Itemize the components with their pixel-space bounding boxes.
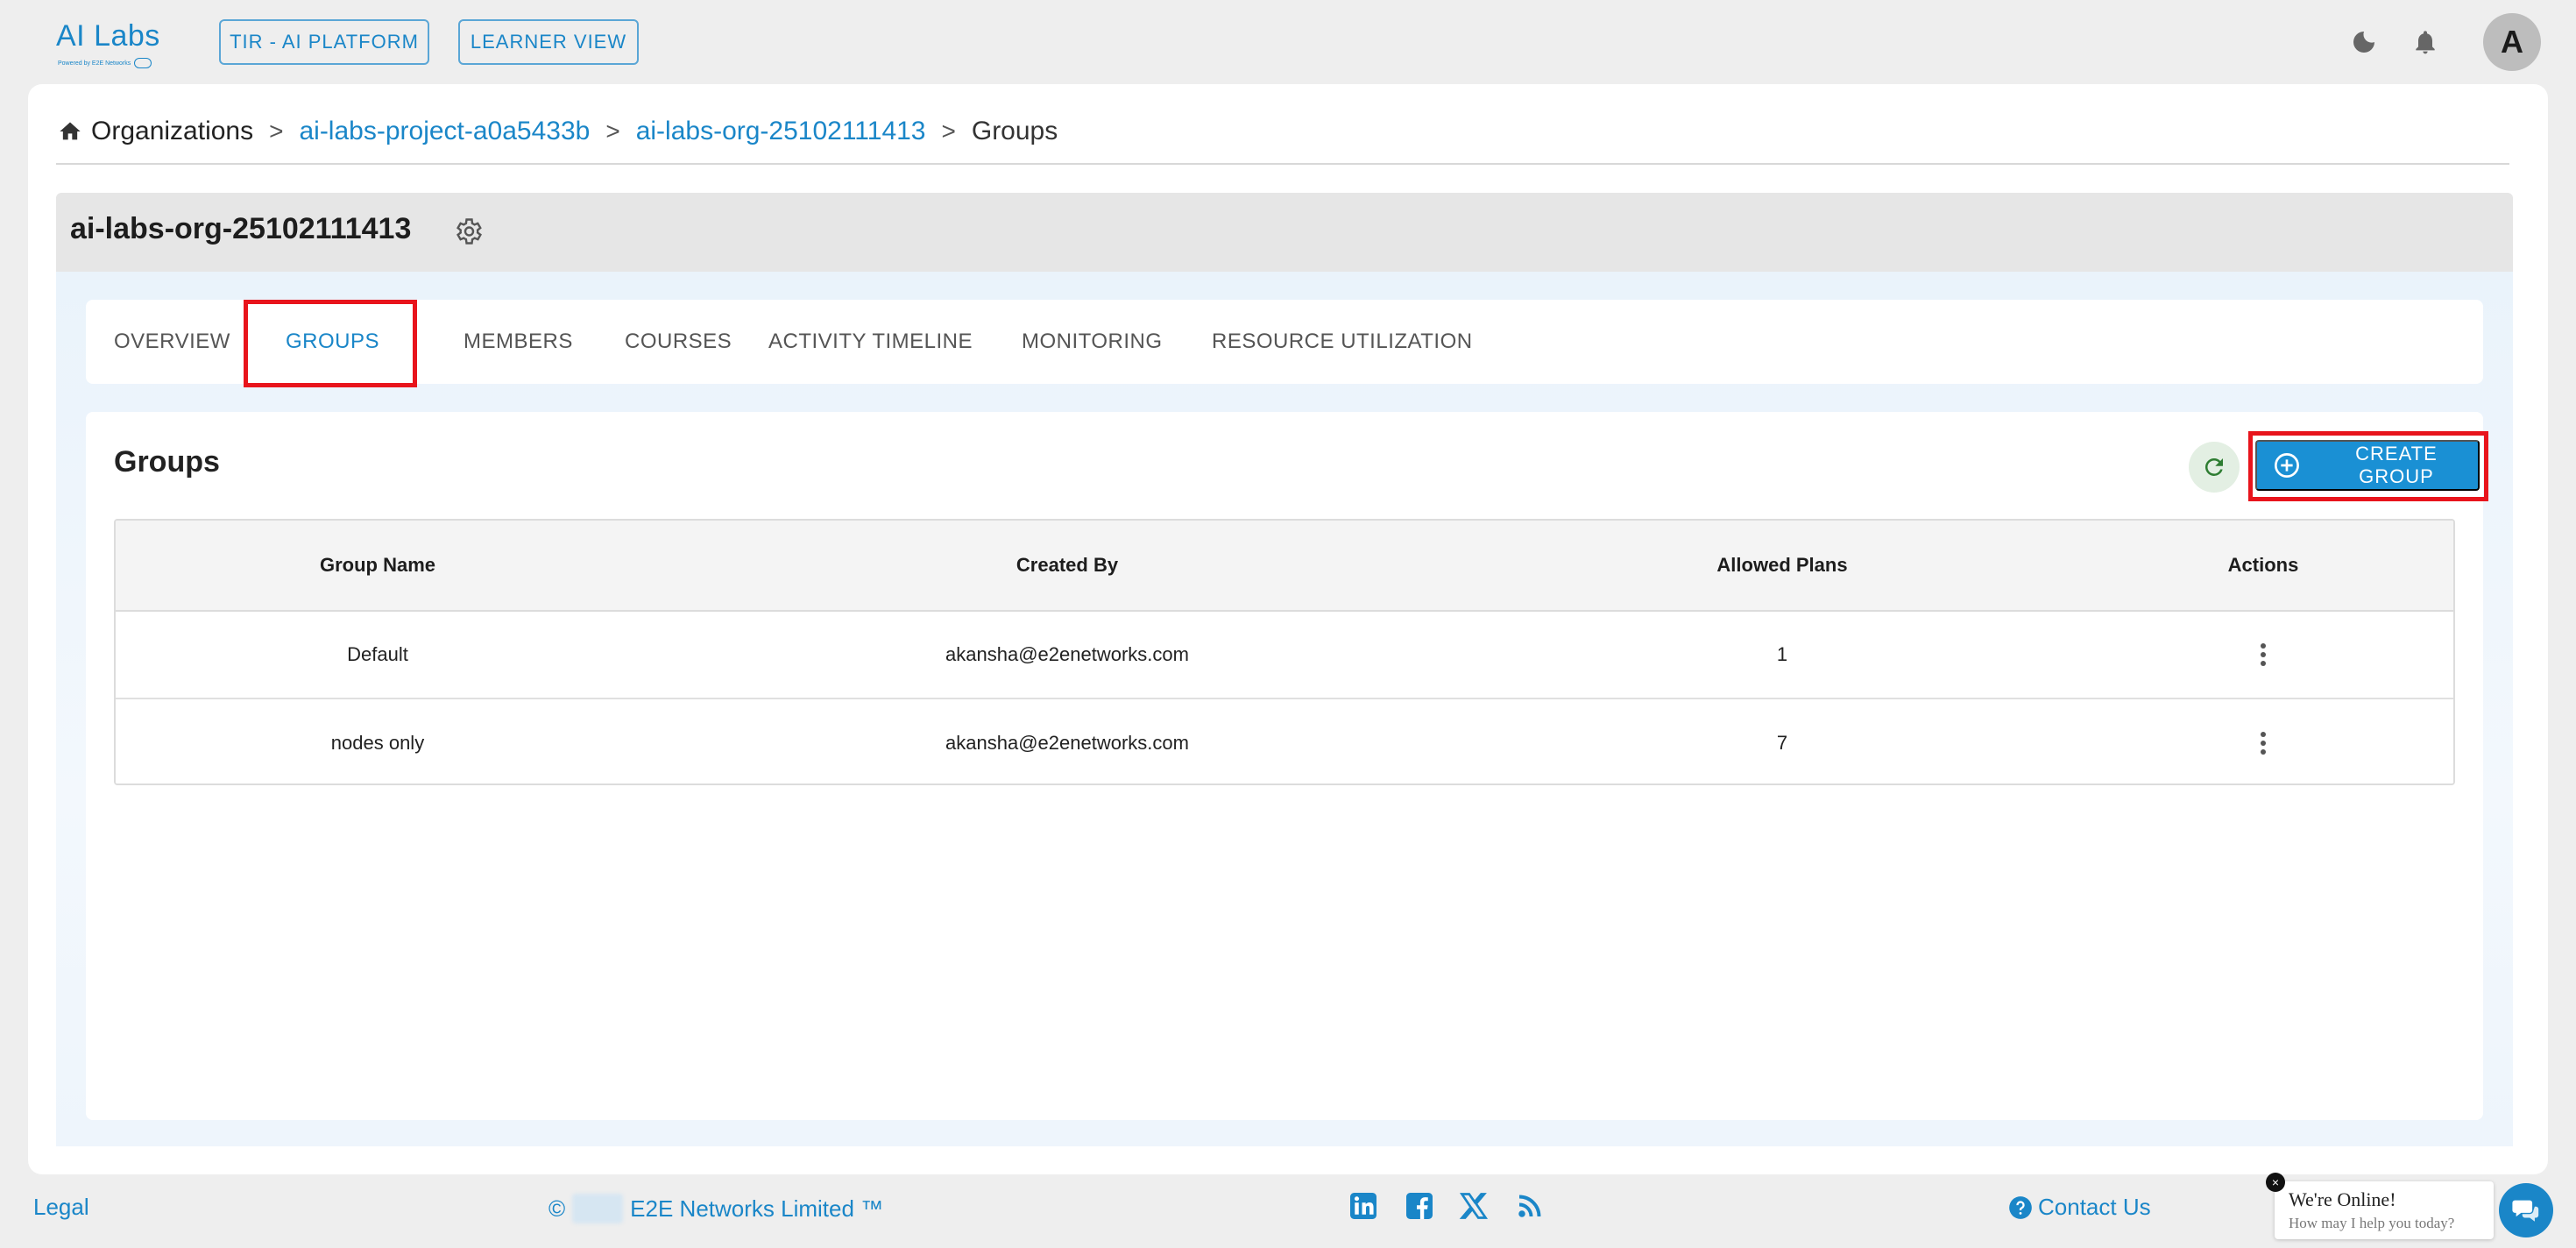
column-header-actions: Actions bbox=[2227, 554, 2299, 576]
groups-panel: Groups CREATE GROUP Group Name Created B… bbox=[86, 412, 2488, 1120]
x-twitter-icon[interactable] bbox=[1458, 1190, 1490, 1222]
more-vert-icon[interactable] bbox=[2260, 729, 2267, 757]
org-body: OVERVIEW GROUPS MEMBERS COURSES ACTIVITY… bbox=[56, 272, 2513, 1146]
home-icon bbox=[60, 122, 81, 140]
chat-subtitle: How may I help you today? bbox=[2289, 1215, 2455, 1231]
column-header-allowed-plans[interactable]: Allowed Plans bbox=[1495, 521, 2070, 610]
tab-bar: OVERVIEW GROUPS MEMBERS COURSES ACTIVITY… bbox=[86, 300, 2483, 387]
create-group-button[interactable]: CREATE GROUP bbox=[2255, 440, 2480, 491]
breadcrumb-organizations[interactable]: Organizations bbox=[91, 117, 253, 146]
blurred-year bbox=[572, 1194, 624, 1223]
main-card: Organizations > ai-labs-project-a0a5433b… bbox=[28, 84, 2548, 1174]
created-by-cell: akansha@e2enetworks.com bbox=[945, 732, 1189, 754]
breadcrumb-project[interactable]: ai-labs-project-a0a5433b bbox=[299, 117, 590, 146]
dark-mode-icon[interactable] bbox=[2350, 28, 2378, 56]
top-bar: AI Labs Powered by E2E Networks TIR - AI… bbox=[0, 0, 2576, 84]
refresh-icon bbox=[2204, 458, 2223, 476]
column-header-created-by[interactable]: Created By bbox=[640, 521, 1495, 610]
create-group-label: CREATE GROUP bbox=[2355, 443, 2438, 487]
add-circle-icon bbox=[2274, 453, 2299, 478]
learner-view-button[interactable]: LEARNER VIEW bbox=[458, 19, 639, 65]
copyright-symbol: © bbox=[548, 1195, 566, 1222]
copyright: © E2E Networks Limited ™ bbox=[548, 1194, 883, 1223]
breadcrumb-divider bbox=[56, 163, 2509, 165]
legal-link[interactable]: Legal bbox=[33, 1194, 89, 1221]
contact-us-link[interactable]: Contact Us bbox=[2008, 1194, 2151, 1221]
tab-members[interactable]: MEMBERS bbox=[464, 300, 573, 384]
notification-bell-icon[interactable] bbox=[2411, 26, 2439, 58]
table-header: Group Name Created By Allowed Plans Acti… bbox=[116, 521, 2453, 612]
column-header-group-name[interactable]: Group Name bbox=[116, 521, 640, 610]
user-avatar[interactable]: A bbox=[2483, 13, 2541, 71]
logo-text: AI Labs bbox=[56, 19, 160, 53]
table-row[interactable]: nodes only akansha@e2enetworks.com 7 bbox=[116, 699, 2453, 784]
breadcrumb: Organizations > ai-labs-project-a0a5433b… bbox=[58, 112, 1058, 151]
groups-title: Groups bbox=[114, 445, 220, 479]
groups-tab-highlight bbox=[244, 300, 417, 387]
allowed-plans-cell: 1 bbox=[1776, 643, 1788, 665]
linkedin-icon[interactable] bbox=[1348, 1190, 1379, 1222]
more-vert-icon[interactable] bbox=[2260, 641, 2267, 669]
allowed-plans-cell: 7 bbox=[1776, 732, 1788, 754]
rss-feed-icon[interactable] bbox=[1514, 1190, 1546, 1222]
tab-resource-utilization[interactable]: RESOURCE UTILIZATION bbox=[1212, 300, 1473, 384]
groups-table: Group Name Created By Allowed Plans Acti… bbox=[114, 519, 2455, 785]
cloud-icon bbox=[134, 58, 152, 68]
tir-platform-button[interactable]: TIR - AI PLATFORM bbox=[219, 19, 429, 65]
actions-cell bbox=[2070, 612, 2453, 698]
ai-labs-logo[interactable]: AI Labs Powered by E2E Networks bbox=[56, 19, 170, 70]
breadcrumb-current: Groups bbox=[971, 117, 1058, 145]
chat-close-button[interactable]: × bbox=[2266, 1173, 2285, 1192]
breadcrumb-separator: > bbox=[269, 117, 284, 145]
tab-activity-timeline[interactable]: ACTIVITY TIMELINE bbox=[768, 300, 973, 384]
logo-subtext: Powered by E2E Networks bbox=[58, 58, 152, 68]
actions-cell bbox=[2070, 699, 2453, 784]
facebook-icon[interactable] bbox=[1404, 1190, 1435, 1222]
breadcrumb-separator: > bbox=[941, 117, 956, 145]
chat-icon bbox=[2512, 1200, 2539, 1222]
table-row[interactable]: Default akansha@e2enetworks.com 1 bbox=[116, 612, 2453, 699]
created-by-cell: akansha@e2enetworks.com bbox=[945, 643, 1189, 665]
org-title: ai-labs-org-25102111413 bbox=[70, 212, 412, 245]
group-name-cell: nodes only bbox=[330, 732, 425, 754]
breadcrumb-org[interactable]: ai-labs-org-25102111413 bbox=[636, 117, 926, 146]
chat-launcher-button[interactable] bbox=[2499, 1183, 2553, 1237]
help-circle-icon bbox=[2009, 1195, 2032, 1219]
footer: Legal © E2E Networks Limited ™ Contact U… bbox=[0, 1178, 2576, 1248]
breadcrumb-separator: > bbox=[605, 117, 620, 145]
company-name: E2E Networks Limited ™ bbox=[630, 1195, 884, 1222]
tab-monitoring[interactable]: MONITORING bbox=[1022, 300, 1163, 384]
contact-us-label: Contact Us bbox=[2038, 1194, 2151, 1220]
tab-courses[interactable]: COURSES bbox=[625, 300, 732, 384]
refresh-button[interactable] bbox=[2189, 442, 2240, 493]
group-name-cell: Default bbox=[347, 643, 408, 665]
chat-prompt[interactable]: We're Online! How may I help you today? bbox=[2275, 1181, 2494, 1239]
settings-gear-icon[interactable] bbox=[452, 216, 484, 247]
tab-overview[interactable]: OVERVIEW bbox=[114, 300, 230, 384]
chat-title: We're Online! bbox=[2289, 1188, 2396, 1210]
org-header: ai-labs-org-25102111413 bbox=[56, 193, 2513, 272]
